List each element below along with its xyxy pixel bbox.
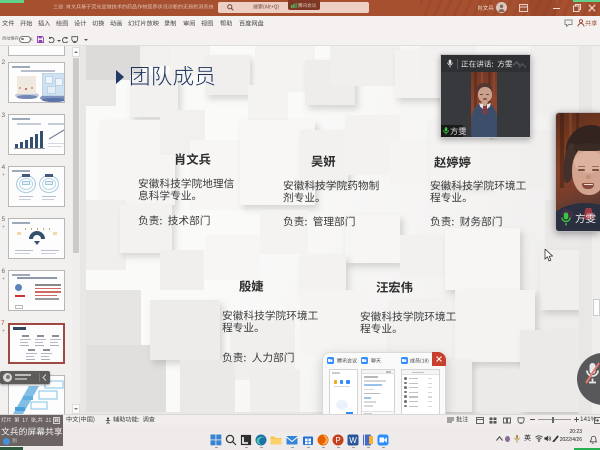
svg-text:W: W xyxy=(349,436,357,445)
svg-text:P: P xyxy=(335,436,340,445)
